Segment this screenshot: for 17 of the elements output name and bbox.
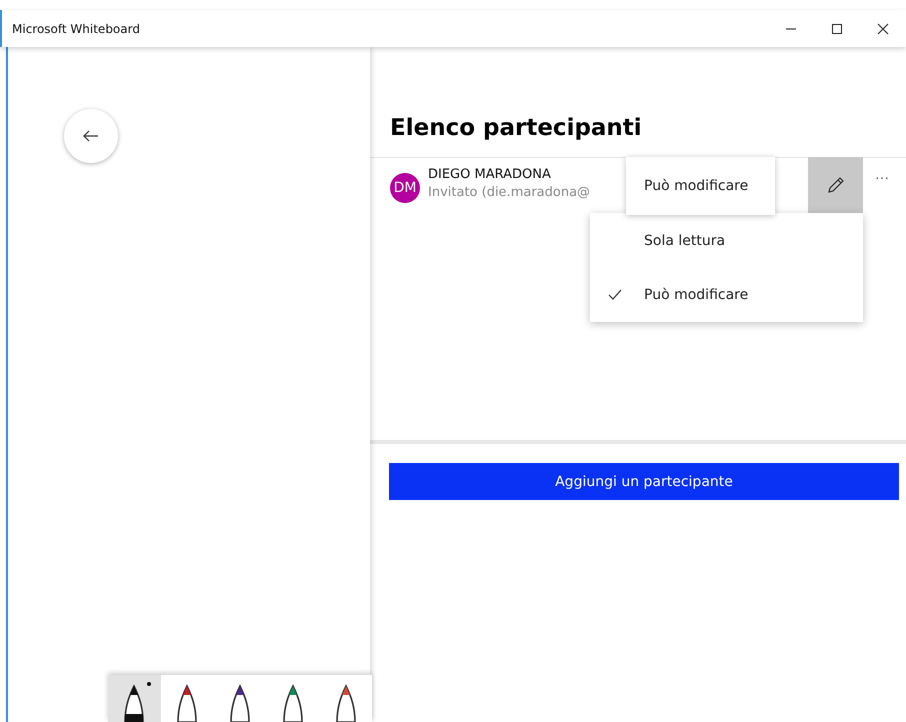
- back-arrow-icon: [83, 130, 99, 142]
- avatar: DM: [390, 173, 420, 203]
- pen-button[interactable]: [319, 675, 372, 722]
- close-icon: [877, 22, 889, 34]
- more-button[interactable]: ···: [875, 169, 889, 185]
- window-title: Microsoft Whiteboard: [11, 22, 140, 36]
- pencil-icon: [826, 176, 844, 194]
- add-participant-button[interactable]: Aggiungi un partecipante: [389, 463, 899, 500]
- menu-item[interactable]: Sola lettura: [590, 214, 863, 268]
- maximize-icon: [831, 22, 843, 34]
- pen-button[interactable]: [160, 675, 214, 722]
- pen-button[interactable]: [108, 675, 161, 722]
- participant-status: Invitato (die.maradona@: [428, 185, 590, 200]
- menu-item[interactable]: Può modificare: [590, 268, 863, 322]
- participant-name: DIEGO MARADONA: [428, 167, 552, 182]
- tooltip-text: Può modificare: [644, 178, 748, 194]
- selected-dot-icon: [146, 682, 151, 686]
